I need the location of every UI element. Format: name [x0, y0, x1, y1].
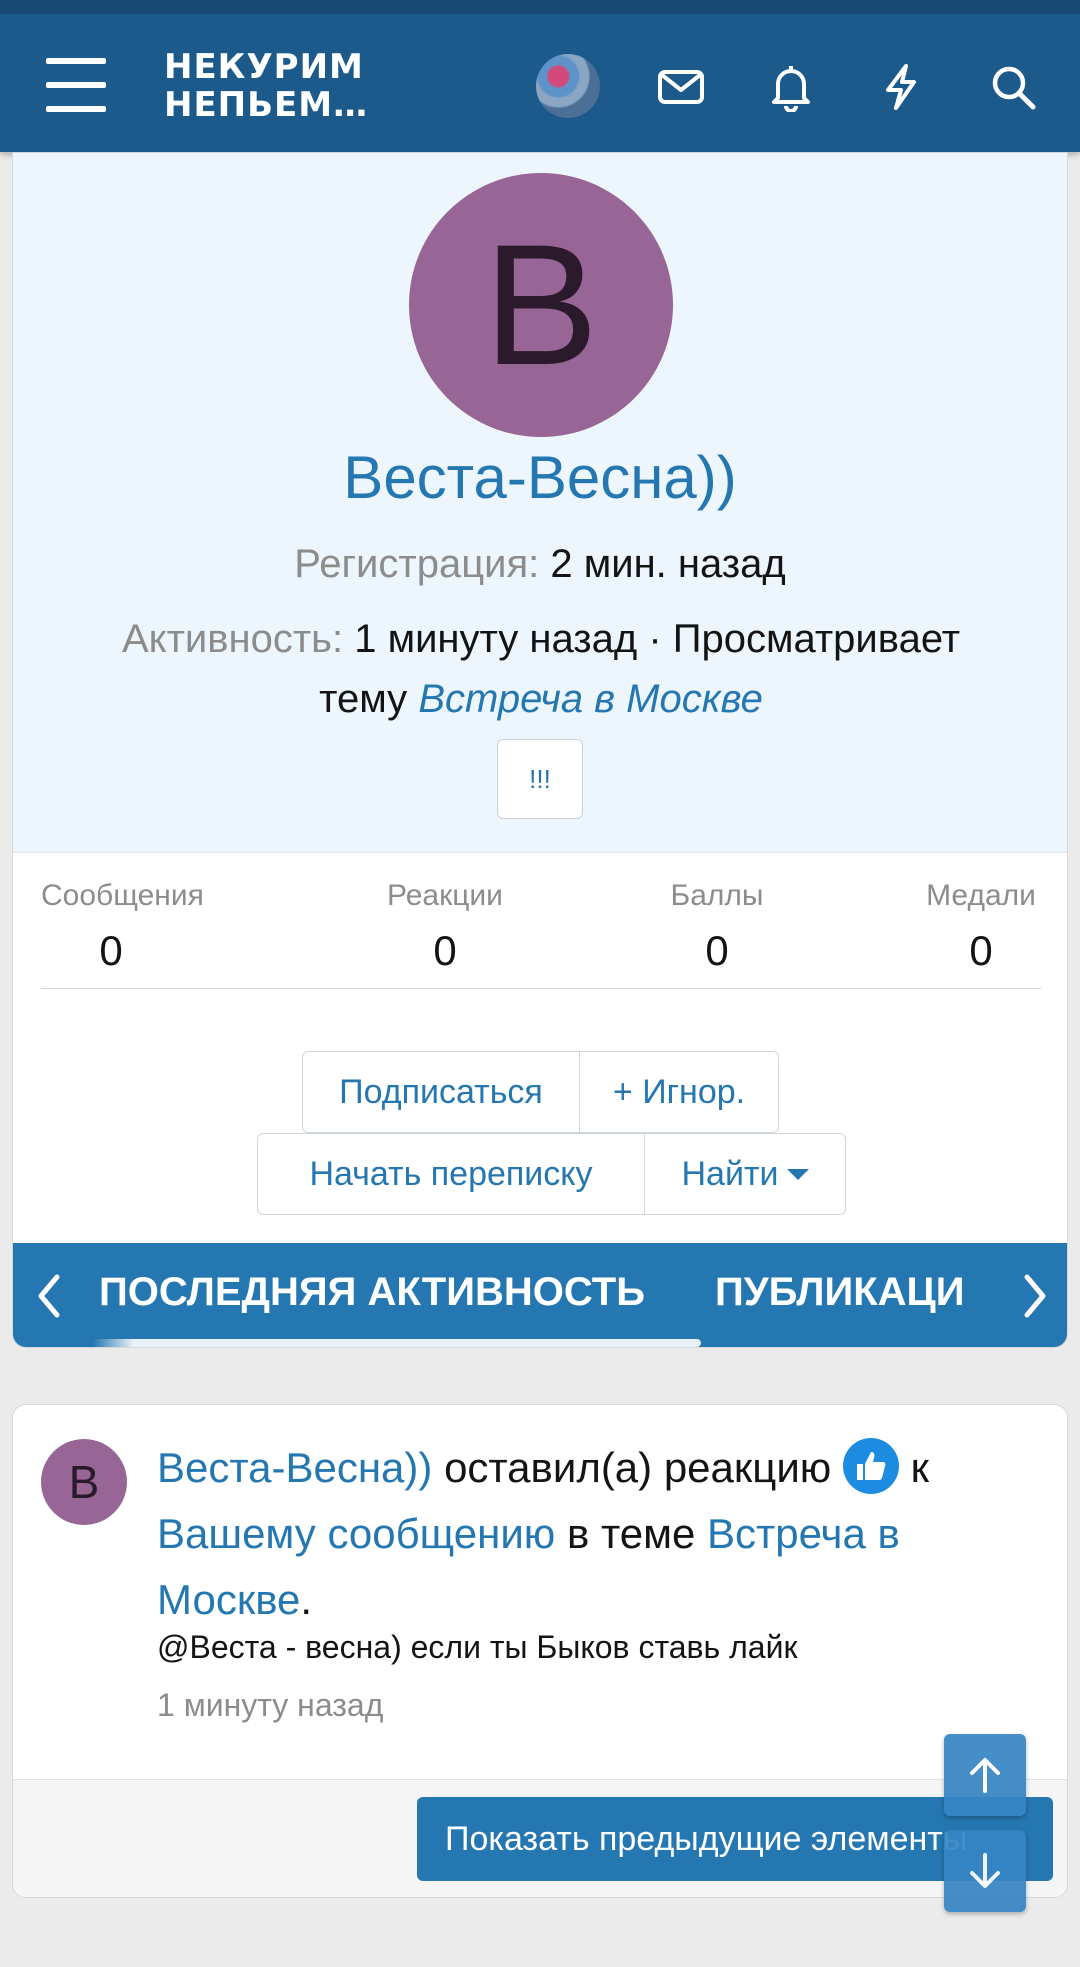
activity-line: Активность: 1 минуту назад · Просматрива…	[63, 609, 1019, 729]
activity-avatar[interactable]: В	[41, 1439, 127, 1525]
activity-card: В Веста-Весна)) оставил(а) реакцию к Ваш…	[12, 1404, 1068, 1898]
logo-line-1: НЕКУРИМ	[164, 47, 364, 87]
activity-topic-link[interactable]: Встреча в Москве	[418, 677, 763, 721]
profile-username[interactable]: Веста-Весна))	[13, 443, 1067, 512]
activity-to: к	[910, 1444, 930, 1491]
bell-icon[interactable]	[766, 62, 816, 113]
stat-reactions[interactable]: Реакции 0	[375, 879, 515, 975]
stat-label: Медали	[926, 879, 1036, 912]
mail-icon[interactable]	[656, 62, 706, 112]
stat-messages[interactable]: Сообщения 0	[41, 879, 204, 975]
badge-button[interactable]: !!!	[497, 739, 583, 819]
menu-icon[interactable]	[46, 58, 106, 112]
stat-value: 0	[433, 927, 457, 974]
arrow-up-icon	[970, 1758, 1000, 1793]
tab-latest-activity[interactable]: ПОСЛЕДНЯЯ АКТИВНОСТЬ	[99, 1243, 645, 1343]
search-icon[interactable]	[988, 62, 1038, 112]
profile-card: В Веста-Весна)) Регистрация: 2 мин. наза…	[12, 152, 1068, 1348]
activity-snippet: @Веста - весна) если ты Быков ставь лайк	[157, 1629, 798, 1665]
scroll-up-button[interactable]	[944, 1734, 1026, 1816]
follow-button[interactable]: Подписаться	[302, 1051, 580, 1133]
ignore-button[interactable]: + Игнор.	[579, 1051, 779, 1133]
activity-label: Активность:	[121, 617, 344, 661]
activity-message-link[interactable]: Вашему сообщению	[157, 1510, 555, 1557]
activity-in-topic: в теме	[566, 1510, 696, 1557]
stat-value: 0	[705, 927, 729, 974]
chevron-left-icon[interactable]	[29, 1269, 69, 1323]
activity-period: .	[300, 1576, 313, 1623]
avatar[interactable]	[536, 54, 600, 118]
lightning-icon[interactable]	[876, 62, 926, 112]
find-button-label: Найти	[681, 1155, 779, 1193]
registration-label: Регистрация:	[294, 542, 540, 586]
profile-avatar[interactable]: В	[409, 173, 673, 437]
start-conversation-button[interactable]: Начать переписку	[257, 1133, 645, 1215]
activity-action: оставил(а) реакцию	[444, 1444, 832, 1491]
logo-line-2: НЕПЬЕМ…	[164, 85, 369, 125]
registration-line: Регистрация: 2 мин. назад	[13, 541, 1067, 587]
activity-topic-prefix: тему	[319, 677, 408, 721]
stat-label: Сообщения	[41, 879, 204, 912]
activity-time[interactable]: 1 минуту назад	[157, 1687, 383, 1724]
site-logo[interactable]: НЕКУРИМ НЕПЬЕМ…	[164, 48, 368, 124]
find-button[interactable]: Найти	[644, 1133, 846, 1215]
stat-label: Реакции	[387, 879, 503, 912]
stat-value: 0	[99, 927, 123, 974]
stat-label: Баллы	[670, 879, 764, 912]
chevron-down-icon	[786, 1168, 809, 1180]
activity-description: Веста-Весна)) оставил(а) реакцию к Вашем…	[157, 1435, 1037, 1633]
tab-publications[interactable]: ПУБЛИКАЦИ	[715, 1243, 1001, 1343]
stat-value: 0	[969, 927, 993, 974]
registration-value: 2 мин. назад	[550, 542, 786, 586]
top-app-bar: НЕКУРИМ НЕПЬЕМ…	[0, 0, 1080, 152]
active-tab-indicator	[93, 1339, 701, 1347]
stat-medals[interactable]: Медали 0	[921, 879, 1041, 975]
arrow-down-icon	[970, 1853, 1000, 1888]
activity-value: 1 минуту назад · Просматривает	[354, 617, 961, 661]
activity-user-link[interactable]: Веста-Весна))	[157, 1444, 432, 1491]
like-icon	[842, 1437, 899, 1494]
profile-header: В Веста-Весна)) Регистрация: 2 мин. наза…	[13, 153, 1067, 853]
chevron-right-icon[interactable]	[1015, 1269, 1055, 1323]
scroll-down-button[interactable]	[944, 1830, 1026, 1912]
profile-tabs: ПОСЛЕДНЯЯ АКТИВНОСТЬ ПУБЛИКАЦИ	[13, 1243, 1067, 1347]
stat-points[interactable]: Баллы 0	[647, 879, 787, 975]
profile-stats: Сообщения 0 Реакции 0 Баллы 0 Медали 0	[41, 879, 1041, 989]
